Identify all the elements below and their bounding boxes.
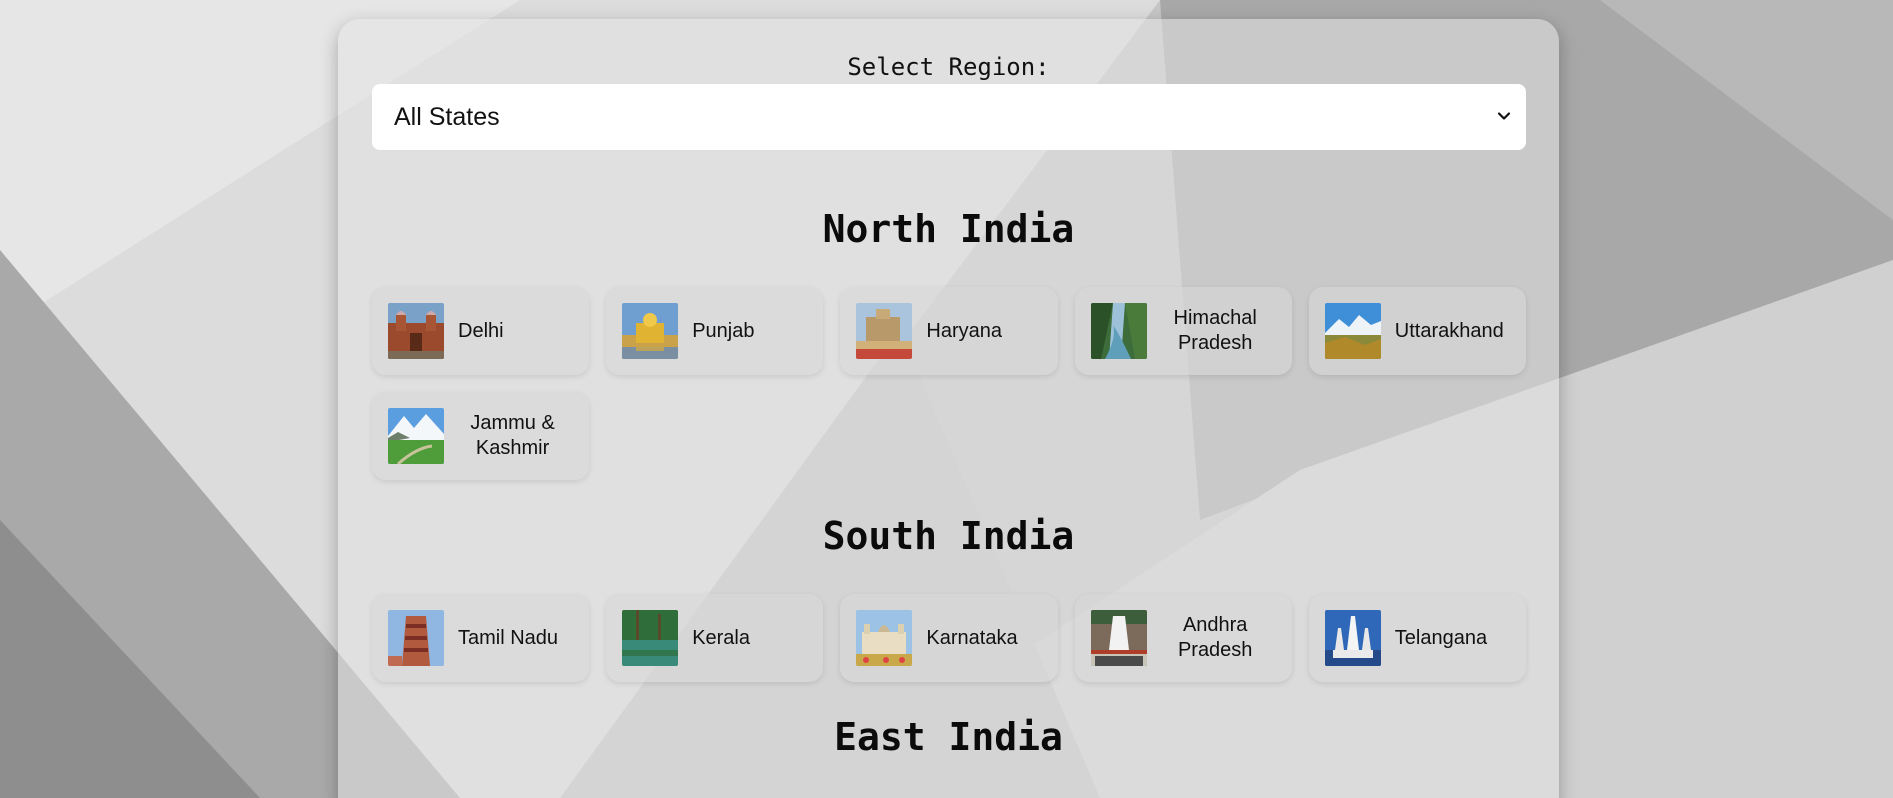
uttarakhand-mountains-image bbox=[1324, 303, 1381, 359]
state-card-uttarakhand[interactable]: Uttarakhand bbox=[1308, 287, 1526, 375]
north-india-states-grid: Delhi Punjab Haryana Himachal Pradesh Ut… bbox=[372, 287, 1526, 480]
state-card-haryana[interactable]: Haryana bbox=[840, 287, 1058, 375]
state-name: Jammu & Kashmir bbox=[470, 412, 555, 459]
region-select-value: All States bbox=[394, 102, 500, 131]
state-card-kerala[interactable]: Kerala bbox=[606, 594, 824, 682]
state-card-karnataka[interactable]: Karnataka bbox=[840, 594, 1058, 682]
state-card-telangana[interactable]: Telangana bbox=[1308, 594, 1526, 682]
haryana-monument-image bbox=[856, 303, 913, 359]
select-region-label: Select Region: bbox=[847, 53, 1050, 81]
state-name: Haryana bbox=[926, 319, 1002, 342]
tirupati-temple-image bbox=[1090, 610, 1147, 666]
state-card-himachal-pradesh[interactable]: Himachal Pradesh bbox=[1074, 287, 1292, 375]
state-card-tamil-nadu[interactable]: Tamil Nadu bbox=[372, 594, 590, 682]
state-name: Karnataka bbox=[926, 626, 1018, 649]
section-title-east-india: East India bbox=[834, 715, 1063, 759]
state-name: Delhi bbox=[458, 319, 504, 342]
state-name: Punjab bbox=[692, 319, 755, 342]
chevron-down-icon bbox=[1497, 112, 1511, 120]
region-panel: Select Region: All States North India De… bbox=[338, 19, 1559, 798]
red-fort-image bbox=[388, 303, 444, 359]
state-name: Himachal Pradesh bbox=[1173, 307, 1257, 354]
section-title-north-india: North India bbox=[822, 207, 1075, 251]
golden-temple-image bbox=[622, 303, 679, 359]
state-card-andhra-pradesh[interactable]: Andhra Pradesh bbox=[1074, 594, 1292, 682]
mysore-palace-image bbox=[856, 610, 913, 666]
state-name: Andhra Pradesh bbox=[1177, 614, 1253, 661]
state-name: Uttarakhand bbox=[1394, 319, 1504, 342]
state-card-delhi[interactable]: Delhi bbox=[372, 287, 590, 375]
section-title-south-india: South India bbox=[822, 514, 1075, 558]
state-name: Telangana bbox=[1394, 626, 1488, 649]
region-select[interactable]: All States bbox=[372, 84, 1526, 150]
himachal-valley-image bbox=[1090, 303, 1147, 359]
kashmir-meadow-image bbox=[388, 408, 444, 464]
state-name: Kerala bbox=[692, 626, 750, 649]
kerala-backwaters-image bbox=[622, 610, 679, 666]
state-card-punjab[interactable]: Punjab bbox=[606, 287, 824, 375]
birla-mandir-image bbox=[1324, 610, 1381, 666]
state-card-jammu-kashmir[interactable]: Jammu & Kashmir bbox=[372, 392, 590, 480]
south-india-states-grid: Tamil Nadu Kerala Karnataka Andhra Prade… bbox=[372, 594, 1526, 682]
temple-gopuram-image bbox=[388, 610, 444, 666]
state-name: Tamil Nadu bbox=[458, 626, 559, 649]
